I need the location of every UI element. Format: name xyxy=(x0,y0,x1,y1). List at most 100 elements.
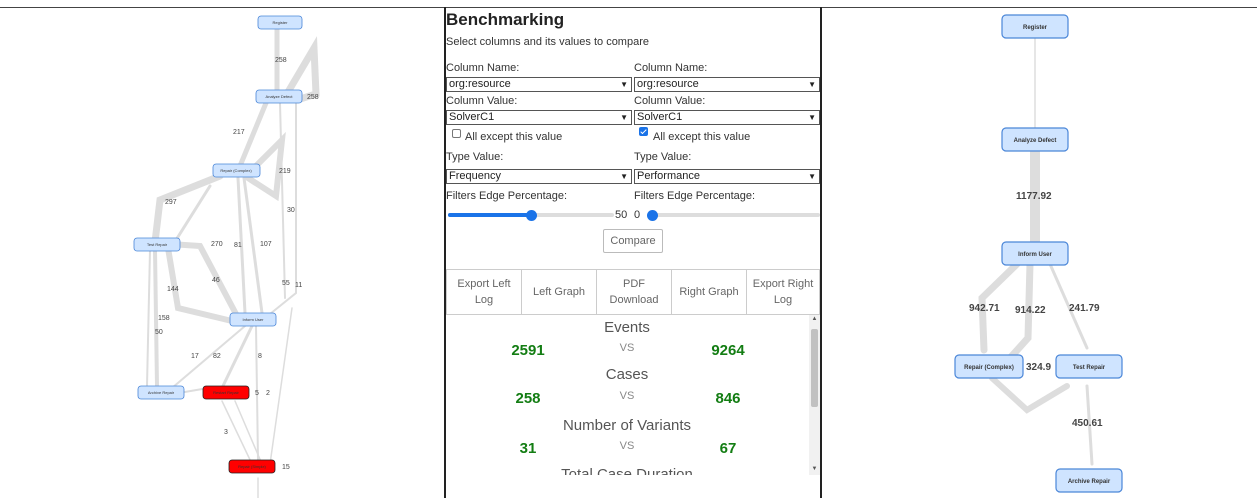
right-filter-slider[interactable] xyxy=(652,213,820,217)
left-except-checkbox[interactable] xyxy=(452,129,461,138)
chevron-down-icon: ▼ xyxy=(808,80,816,89)
left-graph-button[interactable]: Left Graph xyxy=(521,269,597,315)
left-column-value-select[interactable]: SolverC1 ▼ xyxy=(446,110,632,125)
scroll-up-icon[interactable]: ▲ xyxy=(811,316,818,322)
node-inform-user[interactable]: Inform User xyxy=(229,312,277,327)
edge-label: 450.61 xyxy=(1072,418,1103,429)
svg-text:Restart Repair: Restart Repair xyxy=(213,390,239,395)
chevron-down-icon: ▼ xyxy=(808,172,816,181)
svg-text:Register: Register xyxy=(1023,25,1048,31)
scroll-down-icon[interactable]: ▼ xyxy=(811,466,818,472)
cases-vs: VS xyxy=(619,390,635,402)
benchmarking-panel: Benchmarking Select columns and its valu… xyxy=(446,8,822,498)
left-column-name-select[interactable]: org:resource ▼ xyxy=(446,77,632,92)
events-vs: VS xyxy=(619,342,635,354)
svg-text:Test Repair: Test Repair xyxy=(1073,365,1106,371)
svg-text:Repair (Complex): Repair (Complex) xyxy=(220,168,252,173)
right-filter-value: 0 xyxy=(634,209,641,221)
right-column-name-select[interactable]: org:resource ▼ xyxy=(634,77,820,92)
edge-label: 297 xyxy=(165,199,177,206)
edge-label: 258 xyxy=(307,94,319,101)
edge-label: 46 xyxy=(212,277,220,284)
right-graph-button[interactable]: Right Graph xyxy=(671,269,747,315)
edge-label: 1177.92 xyxy=(1016,191,1052,202)
stats-area: Events 2591 VS 9264 Cases 258 VS 846 Num… xyxy=(446,315,808,475)
node-restart-repair[interactable]: Restart Repair xyxy=(202,385,250,400)
edge-complex-test xyxy=(989,375,1070,414)
node-register[interactable]: Register xyxy=(1001,14,1069,39)
edge-label: 17 xyxy=(191,353,199,360)
left-filter-label: Filters Edge Percentage: xyxy=(446,190,568,202)
edge-label: 15 xyxy=(282,464,290,471)
left-filter-thumb[interactable] xyxy=(526,210,537,221)
node-analyze-defect[interactable]: Analyze Defect xyxy=(1001,127,1069,152)
edge-label: 3 xyxy=(224,429,228,436)
node-archive-repair[interactable]: Archive Repair xyxy=(1055,468,1123,493)
left-filter-fill xyxy=(448,213,531,217)
right-column-value-label: Column Value: xyxy=(634,95,706,107)
stats-scrollbar[interactable]: ▲ ▼ xyxy=(809,315,820,475)
edge-label: 217 xyxy=(233,129,245,136)
edge-analyze-inform-2 xyxy=(279,102,286,299)
export-left-log-button[interactable]: Export Left Log xyxy=(446,269,522,315)
svg-text:Archive Repair: Archive Repair xyxy=(148,390,175,395)
left-except-label: All except this value xyxy=(465,131,563,143)
svg-text:Repair (Simple): Repair (Simple) xyxy=(238,464,266,469)
node-repair-complex[interactable]: Repair (Complex) xyxy=(954,354,1024,379)
edge-test-archive-2 xyxy=(146,249,151,387)
node-register[interactable]: Register xyxy=(257,15,303,30)
node-test-repair[interactable]: Test Repair xyxy=(1055,354,1123,379)
left-type-select[interactable]: Frequency ▼ xyxy=(446,169,632,184)
right-except-checkbox[interactable] xyxy=(639,127,648,136)
compare-button[interactable]: Compare xyxy=(603,229,663,253)
left-process-graph[interactable]: Register Analyze Defect Repair (Complex)… xyxy=(0,8,444,499)
node-repair-simple[interactable]: Repair (Simple) xyxy=(228,459,276,474)
cases-title: Cases xyxy=(605,366,649,383)
scroll-thumb[interactable] xyxy=(811,329,818,407)
node-test-repair[interactable]: Test Repair xyxy=(133,237,181,252)
edge-inform-restart xyxy=(220,324,254,390)
right-type-select[interactable]: Performance ▼ xyxy=(634,169,820,184)
edge-label: 144 xyxy=(167,286,179,293)
variants-title: Number of Variants xyxy=(562,417,692,434)
edge-label: 258 xyxy=(275,57,287,64)
edge-test-archive xyxy=(153,248,159,388)
edge-label: 158 xyxy=(158,315,170,322)
duration-title: Total Case Duration xyxy=(561,466,693,475)
edge-label: 914.22 xyxy=(1015,305,1046,316)
edge-label: 107 xyxy=(260,241,272,248)
left-column-name-label: Column Name: xyxy=(446,62,520,74)
edge-label: 324.9 xyxy=(1026,362,1051,373)
pdf-download-button[interactable]: PDF Download xyxy=(596,269,672,315)
node-analyze-defect[interactable]: Analyze Defect xyxy=(255,89,303,104)
edge-label: 8 xyxy=(258,353,262,360)
edge-analyze-simple xyxy=(269,307,293,465)
edge-label: 241.79 xyxy=(1069,303,1100,314)
svg-text:Inform User: Inform User xyxy=(243,317,265,322)
right-column-value-select[interactable]: SolverC1 ▼ xyxy=(634,110,820,125)
variants-vs: VS xyxy=(619,440,635,452)
right-process-graph[interactable]: Register Analyze Defect Inform User Repa… xyxy=(822,8,1257,498)
svg-text:Test Repair: Test Repair xyxy=(147,242,168,247)
node-inform-user[interactable]: Inform User xyxy=(1001,241,1069,266)
export-right-log-button[interactable]: Export Right Log xyxy=(746,269,820,315)
edge-label: 270 xyxy=(211,241,223,248)
node-archive-repair[interactable]: Archive Repair xyxy=(137,385,185,400)
cases-left-value: 258 xyxy=(515,390,541,407)
events-title: Events xyxy=(604,319,650,336)
right-type-label: Type Value: xyxy=(634,151,692,163)
edge-label: 30 xyxy=(287,207,295,214)
edge-label: 5 xyxy=(255,390,259,397)
edge-label: 11 xyxy=(295,282,302,289)
edge-label: 942.71 xyxy=(969,303,1000,314)
right-filter-thumb[interactable] xyxy=(647,210,658,221)
edge-label: 55 xyxy=(282,280,290,287)
svg-text:Archive Repair: Archive Repair xyxy=(1068,479,1111,485)
node-repair-complex[interactable]: Repair (Complex) xyxy=(212,163,261,178)
edge-label: 81 xyxy=(234,242,242,249)
svg-text:Inform User: Inform User xyxy=(1018,252,1052,258)
events-right-value: 9264 xyxy=(711,342,745,359)
svg-text:Analyze Defect: Analyze Defect xyxy=(266,94,294,99)
left-filter-value: 50 xyxy=(615,209,628,221)
variants-right-value: 67 xyxy=(719,440,737,457)
